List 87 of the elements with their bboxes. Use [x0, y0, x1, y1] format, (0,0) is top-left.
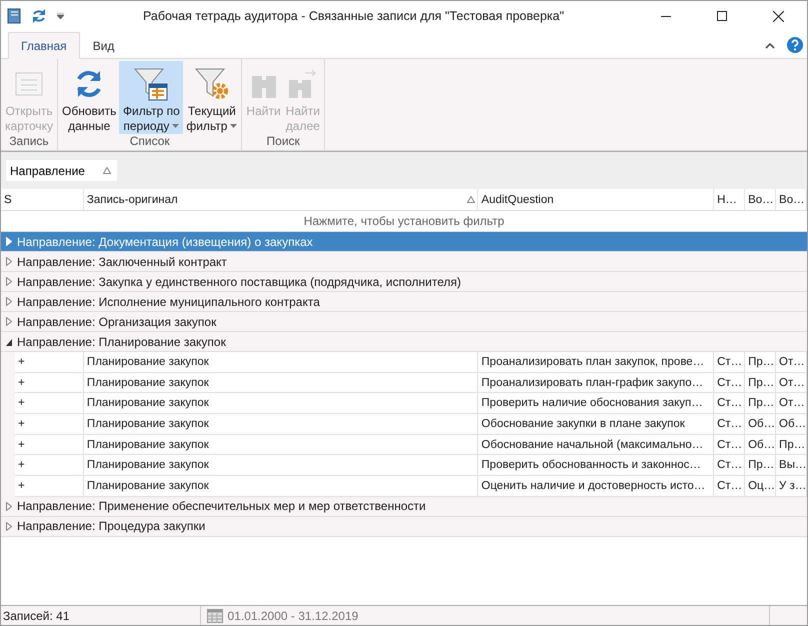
table-cell: Вы…	[776, 455, 808, 476]
ribbon-button[interactable]: Фильтр по периоду	[119, 61, 184, 134]
table-cell: Планирование закупок	[84, 455, 478, 476]
table-cell: Ст…	[714, 476, 746, 497]
table-cell: Ст…	[714, 372, 746, 394]
group-row[interactable]: Направление: Применение обеспечительных мер и мер ответственности	[1, 496, 807, 517]
table-cell: Проверить наличие обоснования закуп…	[478, 393, 714, 414]
table-cell: Планирование закупок	[84, 352, 478, 373]
group-row[interactable]: Направление: Планирование закупок	[1, 332, 807, 352]
ribbon-group-label: Поиск	[266, 134, 301, 150]
table-cell: +	[15, 455, 84, 476]
table-cell: Ст…	[714, 434, 746, 456]
book-icon[interactable]	[7, 8, 21, 24]
table-cell: Оценить наличие и достоверность исто…	[478, 476, 714, 497]
table-cell: Обоснование начальной (максимально…	[478, 434, 714, 456]
maximize-icon[interactable]	[717, 11, 727, 21]
expand-icon[interactable]	[6, 502, 12, 511]
table-cell: Обоснование закупки в плане закупок	[478, 414, 714, 435]
table-cell: Проанализировать план-график закупо…	[478, 372, 714, 394]
group-row[interactable]: Направление: Исполнение муниципального контракта	[1, 292, 807, 312]
table-cell: +	[15, 372, 84, 394]
column-header[interactable]: Во…	[776, 189, 808, 210]
table-cell: От…	[776, 352, 808, 373]
filter-calendar-icon	[133, 66, 170, 102]
table-cell: Об…	[745, 434, 776, 456]
sort-icon	[102, 167, 111, 174]
table-cell: +	[15, 414, 84, 435]
group-row[interactable]: Направление: Заключенный контракт	[1, 252, 807, 272]
group-by-chip[interactable]: Направление	[6, 160, 117, 181]
collapse-icon[interactable]	[6, 337, 12, 346]
table-cell: Проверить обоснованность и законнос…	[478, 455, 714, 476]
column-header[interactable]: Во…	[745, 189, 776, 210]
calendar-icon	[206, 608, 223, 622]
group-row[interactable]: Направление: Процедура закупки	[1, 516, 807, 537]
filter-gear-icon	[194, 66, 230, 102]
table-cell: Планирование закупок	[84, 434, 478, 456]
table-cell: У з…	[776, 476, 808, 497]
table-cell: Пр…	[745, 352, 776, 373]
expand-icon[interactable]	[6, 522, 12, 531]
help-icon[interactable]	[787, 37, 803, 53]
table-cell: Планирование закупок	[84, 393, 478, 414]
table-cell: Пр…	[745, 393, 776, 414]
table-cell: +	[15, 352, 84, 373]
table-cell: Пр…	[776, 434, 808, 456]
ribbon-group-label: Список	[128, 134, 171, 150]
close-icon[interactable]	[772, 10, 784, 22]
column-header[interactable]: S	[1, 189, 84, 210]
table-cell: Пр…	[745, 372, 776, 394]
filter-hint[interactable]: Нажмите, чтобы установить фильтр	[304, 214, 504, 228]
record-count: Записей: 41	[2, 608, 70, 622]
column-header[interactable]: Запись-оригинал	[84, 189, 478, 210]
ribbon-group-label: Запись	[8, 134, 50, 150]
group-row[interactable]: Направление: Организация закупок	[1, 312, 807, 332]
table-cell: От…	[776, 393, 808, 414]
table-cell: От…	[776, 372, 808, 394]
table-cell: +	[15, 393, 84, 414]
table-cell: Планирование закупок	[84, 414, 478, 435]
expand-icon[interactable]	[6, 317, 12, 326]
table-cell: Оц…	[745, 476, 776, 497]
ribbon-tab[interactable]: Главная	[8, 32, 80, 59]
period-range: 01.01.2000 - 31.12.2019	[228, 608, 358, 622]
window-title: Рабочая тетрадь аудитора - Связанные записи для "Тестовая проверка"	[142, 9, 566, 23]
dropdown-caret-icon[interactable]	[57, 13, 64, 19]
table-cell: Ст…	[714, 414, 746, 435]
expand-icon[interactable]	[6, 257, 12, 266]
ribbon-tab[interactable]: Вид	[80, 32, 128, 59]
table-cell: +	[15, 434, 84, 456]
expand-icon[interactable]	[6, 297, 12, 306]
table-cell: Пр…	[745, 455, 776, 476]
group-row[interactable]: Направление: Документация (извещения) о закупках	[1, 232, 807, 252]
column-header[interactable]: AuditQuestion	[478, 189, 714, 210]
table-cell: Планирование закупок	[84, 476, 478, 497]
expand-icon[interactable]	[6, 277, 12, 286]
table-cell: Планирование закупок	[84, 372, 478, 394]
table-cell: +	[15, 476, 84, 497]
table-cell: Проанализировать план закупок, прове…	[478, 352, 714, 373]
ribbon-button[interactable]: Обновить данные	[60, 61, 118, 134]
ribbon-button[interactable]: Текущий фильтр	[184, 61, 240, 134]
table-cell: Ст…	[714, 455, 746, 476]
group-row[interactable]: Направление: Закупка у единственного поставщика (подрядчика, исполнителя)	[1, 272, 807, 292]
collapse-ribbon-icon[interactable]	[765, 43, 775, 49]
table-cell: Ст…	[714, 393, 746, 414]
table-cell: Об…	[745, 414, 776, 435]
column-header[interactable]: Н…	[714, 189, 746, 210]
refresh-icon[interactable]	[31, 8, 47, 24]
table-cell: Ст…	[714, 352, 746, 373]
table-cell: Об…	[776, 414, 808, 435]
